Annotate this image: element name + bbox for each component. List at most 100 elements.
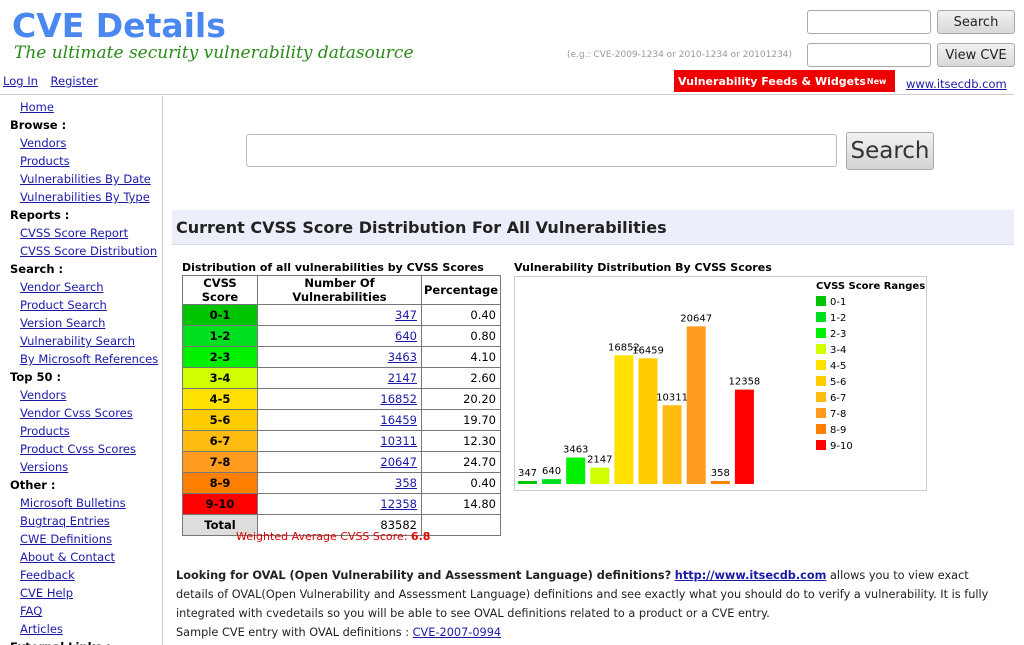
sidebar-item[interactable]: Vulnerabilities By Date	[0, 170, 162, 188]
feeds-widgets-banner[interactable]: Vulnerability Feeds & Widgets New	[674, 70, 895, 92]
count-link[interactable]: 2147	[388, 371, 417, 385]
sidebar-item[interactable]: About & Contact	[0, 548, 162, 566]
legend-label: 2-3	[830, 329, 846, 340]
sidebar-item[interactable]: FAQ	[0, 602, 162, 620]
logo-title[interactable]: CVE Details	[12, 6, 226, 45]
main-search-button[interactable]: Search	[846, 132, 934, 170]
sidebar-item-link[interactable]: Feedback	[20, 568, 75, 582]
sidebar-item-link[interactable]: By Microsoft References	[20, 352, 158, 366]
itsecdb-link[interactable]: www.itsecdb.com	[906, 77, 1007, 91]
sidebar-item-link[interactable]: Home	[20, 100, 54, 114]
sidebar-item-link[interactable]: Product Cvss Scores	[20, 442, 136, 456]
sidebar-item-link[interactable]: FAQ	[20, 604, 42, 618]
sidebar-item-link[interactable]: Vendor Search	[20, 280, 104, 294]
count-link[interactable]: 10311	[380, 434, 417, 448]
count-cell: 20647	[257, 451, 422, 473]
sidebar-item[interactable]: Bugtraq Entries	[0, 512, 162, 530]
sidebar-item[interactable]: Home	[0, 98, 162, 116]
sidebar-item[interactable]: Vendor Search	[0, 278, 162, 296]
sidebar-item[interactable]: Product Search	[0, 296, 162, 314]
main-search-input[interactable]	[246, 134, 837, 167]
sidebar-item[interactable]: By Microsoft References	[0, 350, 162, 368]
legend-label: 1-2	[830, 313, 846, 324]
header-search-button[interactable]: Search	[937, 10, 1015, 34]
sidebar-section-heading: Other :	[10, 478, 56, 492]
sidebar-item[interactable]: Articles	[0, 620, 162, 638]
sidebar-item-link[interactable]: Microsoft Bulletins	[20, 496, 126, 510]
sidebar-item[interactable]: CVE Help	[0, 584, 162, 602]
table-row: 1-2 640 0.80	[182, 325, 501, 347]
sidebar-item-link[interactable]: Product Search	[20, 298, 107, 312]
sidebar-item[interactable]: Product Cvss Scores	[0, 440, 162, 458]
sidebar-item[interactable]: Products	[0, 152, 162, 170]
sidebar-item[interactable]: Microsoft Bulletins	[0, 494, 162, 512]
chart-bar	[614, 355, 634, 484]
count-link[interactable]: 16852	[380, 392, 417, 406]
sidebar-item-link[interactable]: Bugtraq Entries	[20, 514, 110, 528]
bar-value-label: 358	[711, 468, 730, 479]
sidebar-item[interactable]: CWE Definitions	[0, 530, 162, 548]
sidebar-item[interactable]: Products	[0, 422, 162, 440]
sidebar-item-link[interactable]: Articles	[20, 622, 63, 636]
sidebar-item-link[interactable]: Version Search	[20, 316, 105, 330]
count-link[interactable]: 3463	[388, 350, 417, 364]
oval-sample-link[interactable]: CVE-2007-0994	[413, 626, 501, 639]
sidebar-item[interactable]: CVSS Score Distribution	[0, 242, 162, 260]
oval-link[interactable]: http://www.itsecdb.com	[675, 569, 827, 582]
legend-swatch	[816, 296, 826, 306]
sidebar-item-link[interactable]: Vulnerability Search	[20, 334, 135, 348]
count-link[interactable]: 358	[395, 476, 417, 490]
sidebar-item[interactable]: Vulnerabilities By Type	[0, 188, 162, 206]
count-link[interactable]: 12358	[380, 497, 417, 511]
sidebar-item-link[interactable]: CVSS Score Distribution	[20, 244, 157, 258]
legend-label: 9-10	[830, 441, 853, 452]
table-row: 7-8 20647 24.70	[182, 451, 501, 473]
total-percentage	[421, 514, 501, 536]
chart-bar	[734, 389, 754, 484]
view-cve-button[interactable]: View CVE	[937, 43, 1015, 67]
sidebar-item-link[interactable]: CVE Help	[20, 586, 73, 600]
legend-label: 3-4	[830, 345, 846, 356]
chart-bar	[590, 467, 610, 484]
sidebar-item-link[interactable]: Vendor Cvss Scores	[20, 406, 133, 420]
sidebar-item-link[interactable]: CWE Definitions	[20, 532, 112, 546]
sidebar-item[interactable]: Vendors	[0, 386, 162, 404]
sidebar-item-link[interactable]: Products	[20, 424, 70, 438]
sidebar-item-link[interactable]: About & Contact	[20, 550, 115, 564]
sidebar-item[interactable]: Feedback	[0, 566, 162, 584]
sidebar-item[interactable]: Vulnerability Search	[0, 332, 162, 350]
score-range-cell: 0-1	[182, 304, 258, 326]
sidebar-item-link[interactable]: CVSS Score Report	[20, 226, 128, 240]
score-range-cell: 1-2	[182, 325, 258, 347]
sidebar-item[interactable]: CVSS Score Report	[0, 224, 162, 242]
sidebar-item-link[interactable]: Vendors	[20, 136, 66, 150]
login-link[interactable]: Log In	[3, 74, 38, 88]
sidebar-item-link[interactable]: Vendors	[20, 388, 66, 402]
header-search-input[interactable]	[807, 10, 931, 34]
sidebar-item[interactable]: Vendor Cvss Scores	[0, 404, 162, 422]
count-link[interactable]: 640	[395, 329, 417, 343]
legend-label: 4-5	[830, 361, 846, 372]
weighted-average-value: 6.8	[410, 530, 431, 543]
count-link[interactable]: 20647	[380, 455, 417, 469]
count-link[interactable]: 347	[395, 308, 417, 322]
table-row: 4-5 16852 20.20	[182, 388, 501, 410]
legend-swatch	[816, 392, 826, 402]
legend-swatch	[816, 360, 826, 370]
sidebar-item[interactable]: Versions	[0, 458, 162, 476]
sidebar-item[interactable]: Vendors	[0, 134, 162, 152]
sidebar-item-link[interactable]: Vulnerabilities By Date	[20, 172, 151, 186]
chart-caption: Vulnerability Distribution By CVSS Score…	[514, 261, 772, 274]
sidebar-item-link[interactable]: Versions	[20, 460, 68, 474]
bar-value-label: 347	[518, 468, 537, 479]
sidebar-item-link[interactable]: Vulnerabilities By Type	[20, 190, 150, 204]
table-row: 2-3 3463 4.10	[182, 346, 501, 368]
count-link[interactable]: 16459	[380, 413, 417, 427]
weighted-average: Weighted Average CVSS Score: 6.8	[236, 530, 430, 543]
bar-value-label: 2147	[587, 455, 612, 466]
sidebar-item-link[interactable]: Products	[20, 154, 70, 168]
sidebar-item[interactable]: Version Search	[0, 314, 162, 332]
cve-id-input[interactable]	[807, 43, 931, 67]
register-link[interactable]: Register	[51, 74, 98, 88]
sidebar-section-heading: Search :	[10, 262, 64, 276]
